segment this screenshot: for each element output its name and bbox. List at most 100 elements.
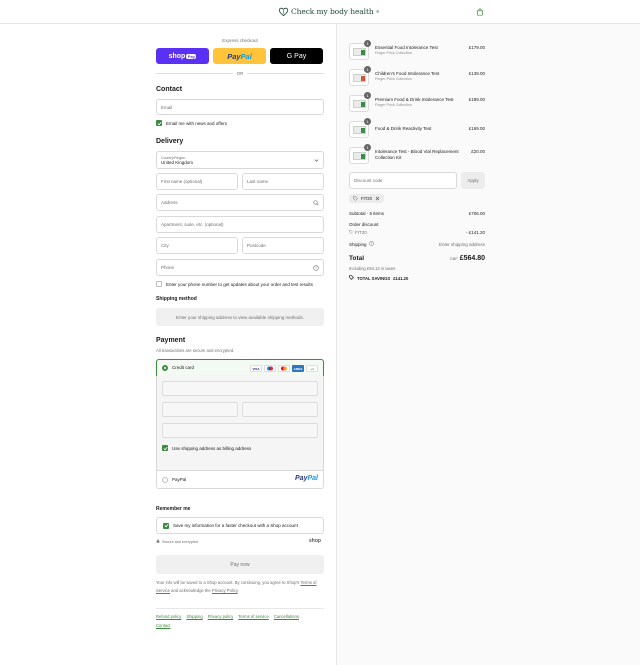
paypal-button[interactable]: Pay Pal: [213, 48, 266, 64]
card-brands: VISA AMEX +4: [250, 365, 318, 372]
express-checkout-label: Express checkout: [222, 38, 258, 43]
credit-card-form: Use shipping address as billing address: [157, 375, 323, 471]
shop-pay-button[interactable]: shop Pay: [156, 48, 209, 64]
quantity-badge: 1: [364, 118, 371, 125]
billing-address-checkbox[interactable]: Use shipping address as billing address: [162, 445, 251, 451]
shop-logo: shop: [309, 538, 321, 544]
remove-discount-icon[interactable]: [375, 196, 380, 202]
card-number-field[interactable]: [162, 381, 318, 396]
discount-code-field[interactable]: Discount code: [349, 172, 457, 189]
credit-card-option[interactable]: Credit card VISA AMEX +4: [156, 359, 324, 376]
shipping-label-group: Shipping ?: [349, 241, 374, 247]
contact-link[interactable]: Contact: [156, 623, 170, 628]
pay-now-button[interactable]: Pay now: [156, 555, 324, 574]
email-field[interactable]: Email: [156, 99, 324, 115]
refund-policy-link[interactable]: Refund policy: [156, 614, 181, 619]
cancellations-link[interactable]: Cancellations: [274, 614, 299, 619]
newsletter-checkbox[interactable]: Email me with news and offers: [156, 120, 227, 126]
credit-card-label: Credit card: [172, 365, 195, 370]
discount-code-row: FIT20 - £141.20: [349, 230, 485, 235]
order-discount-row: Order discount: [349, 222, 485, 227]
discount-code-value: FIT20: [355, 230, 367, 235]
phone-field[interactable]: Phone ?: [156, 259, 324, 276]
footer-links: Refund policy Shipping Privacy policy Terms…: [156, 612, 324, 630]
chevron-down-icon: [314, 158, 319, 164]
privacy-policy-footer-link[interactable]: Privacy policy: [208, 614, 234, 619]
checkbox-checked-icon: [163, 522, 169, 529]
apply-discount-button[interactable]: Apply: [461, 172, 485, 189]
address-field[interactable]: Address: [156, 194, 324, 211]
footer-divider: [156, 608, 324, 609]
help-circle-icon[interactable]: ?: [368, 241, 374, 247]
savings-tag-icon: [349, 275, 354, 281]
cart-icon[interactable]: [476, 8, 484, 18]
apartment-placeholder: Apartment, suite, etc. (optional): [161, 222, 224, 227]
apartment-field[interactable]: Apartment, suite, etc. (optional): [156, 216, 324, 233]
taxes-note: Including £94.13 in taxes: [349, 266, 396, 271]
shipping-link[interactable]: Shipping: [186, 614, 202, 619]
item-name: Premium Food & Drink Intolerance Test: [375, 97, 454, 102]
more-cards-badge[interactable]: +4: [306, 365, 318, 372]
heart-leaf-icon: [278, 7, 289, 17]
payment-subtitle: All transactions are secure and encrypte…: [156, 348, 235, 353]
postcode-field[interactable]: Postcode: [242, 237, 324, 254]
svg-text:?: ?: [315, 266, 317, 270]
total-row: Total GBP £564.80: [349, 255, 485, 262]
name-on-card-field[interactable]: [162, 423, 318, 438]
shipping-method-notice: Enter your shipping address to view avai…: [156, 308, 324, 326]
cart-item: 1 Essential Food Intolerance Test Finger…: [349, 40, 485, 63]
sms-updates-checkbox[interactable]: Enter your phone number to get updates a…: [156, 281, 313, 287]
total-label: Total: [349, 255, 365, 262]
column-divider: [336, 24, 337, 665]
amex-icon: AMEX: [292, 365, 304, 372]
first-name-field[interactable]: First name (optional): [156, 173, 238, 190]
visa-icon: VISA: [250, 365, 262, 372]
privacy-policy-link[interactable]: Privacy Policy: [212, 588, 238, 593]
legal-end: .: [237, 587, 239, 593]
legal-notice: Your info will be saved to a Shop accoun…: [156, 579, 324, 594]
google-pay-label: G Pay: [286, 52, 307, 60]
tag-icon: [353, 195, 358, 202]
brand-logo[interactable]: Check my body health ®: [278, 6, 380, 17]
city-field[interactable]: City: [156, 237, 238, 254]
remember-me-option[interactable]: Save my information for a faster checkou…: [156, 517, 324, 534]
checkbox-checked-icon: [156, 120, 162, 126]
discount-amount: - £141.20: [465, 230, 485, 235]
paypal-logo-b: Pal: [307, 475, 318, 482]
item-variant: Finger Prick Collection: [375, 51, 412, 55]
terms-of-service-footer-link[interactable]: Terms of service: [238, 614, 268, 619]
discount-tag: FIT20: [349, 194, 384, 203]
currency-code: GBP: [449, 257, 458, 261]
legal-and: and acknowledge the: [171, 587, 211, 593]
shop-pay-label: shop: [168, 52, 186, 60]
security-code-field[interactable]: [242, 402, 318, 417]
cart-item: 1 Premium Food & Drink Intolerance Test …: [349, 92, 485, 115]
google-pay-button[interactable]: G Pay: [270, 48, 323, 64]
lock-icon: [156, 539, 160, 544]
newsletter-label: Email me with news and offers: [166, 120, 227, 126]
country-select[interactable]: Country/Region United Kingdom: [156, 151, 324, 169]
item-name: Food & Drink Reactivity Test: [375, 126, 432, 131]
shop-pay-tag: Pay: [186, 53, 197, 59]
tag-icon: [349, 230, 353, 235]
checkbox-empty-icon: [156, 281, 162, 287]
order-discount-label: Order discount: [349, 222, 379, 227]
item-price: £139.00: [468, 71, 485, 76]
paypal-logo-a: Pay: [295, 475, 308, 482]
help-circle-icon[interactable]: ?: [313, 265, 319, 272]
item-name: Essential Food Intolerance Test: [375, 45, 438, 50]
checkbox-checked-icon: [162, 445, 168, 451]
item-variant: Finger Prick Collection: [375, 103, 412, 107]
subtotal-row: Subtotal · 5 items £706.00: [349, 211, 485, 216]
total-value: £564.80: [459, 255, 485, 262]
expiry-field[interactable]: [162, 402, 238, 417]
last-name-field[interactable]: Last name: [242, 173, 324, 190]
item-price: £199.00: [468, 97, 485, 102]
payment-heading: Payment: [156, 337, 186, 344]
or-label: OR: [236, 70, 244, 76]
cart-item: 1 Food & Drink Reactivity Test £169.00: [349, 118, 485, 141]
secure-label: Secure and encrypted: [162, 539, 199, 544]
radio-selected-icon: [162, 364, 168, 371]
paypal-option[interactable]: PayPal PayPal: [157, 471, 323, 488]
paypal-option-label: PayPal: [172, 477, 187, 482]
